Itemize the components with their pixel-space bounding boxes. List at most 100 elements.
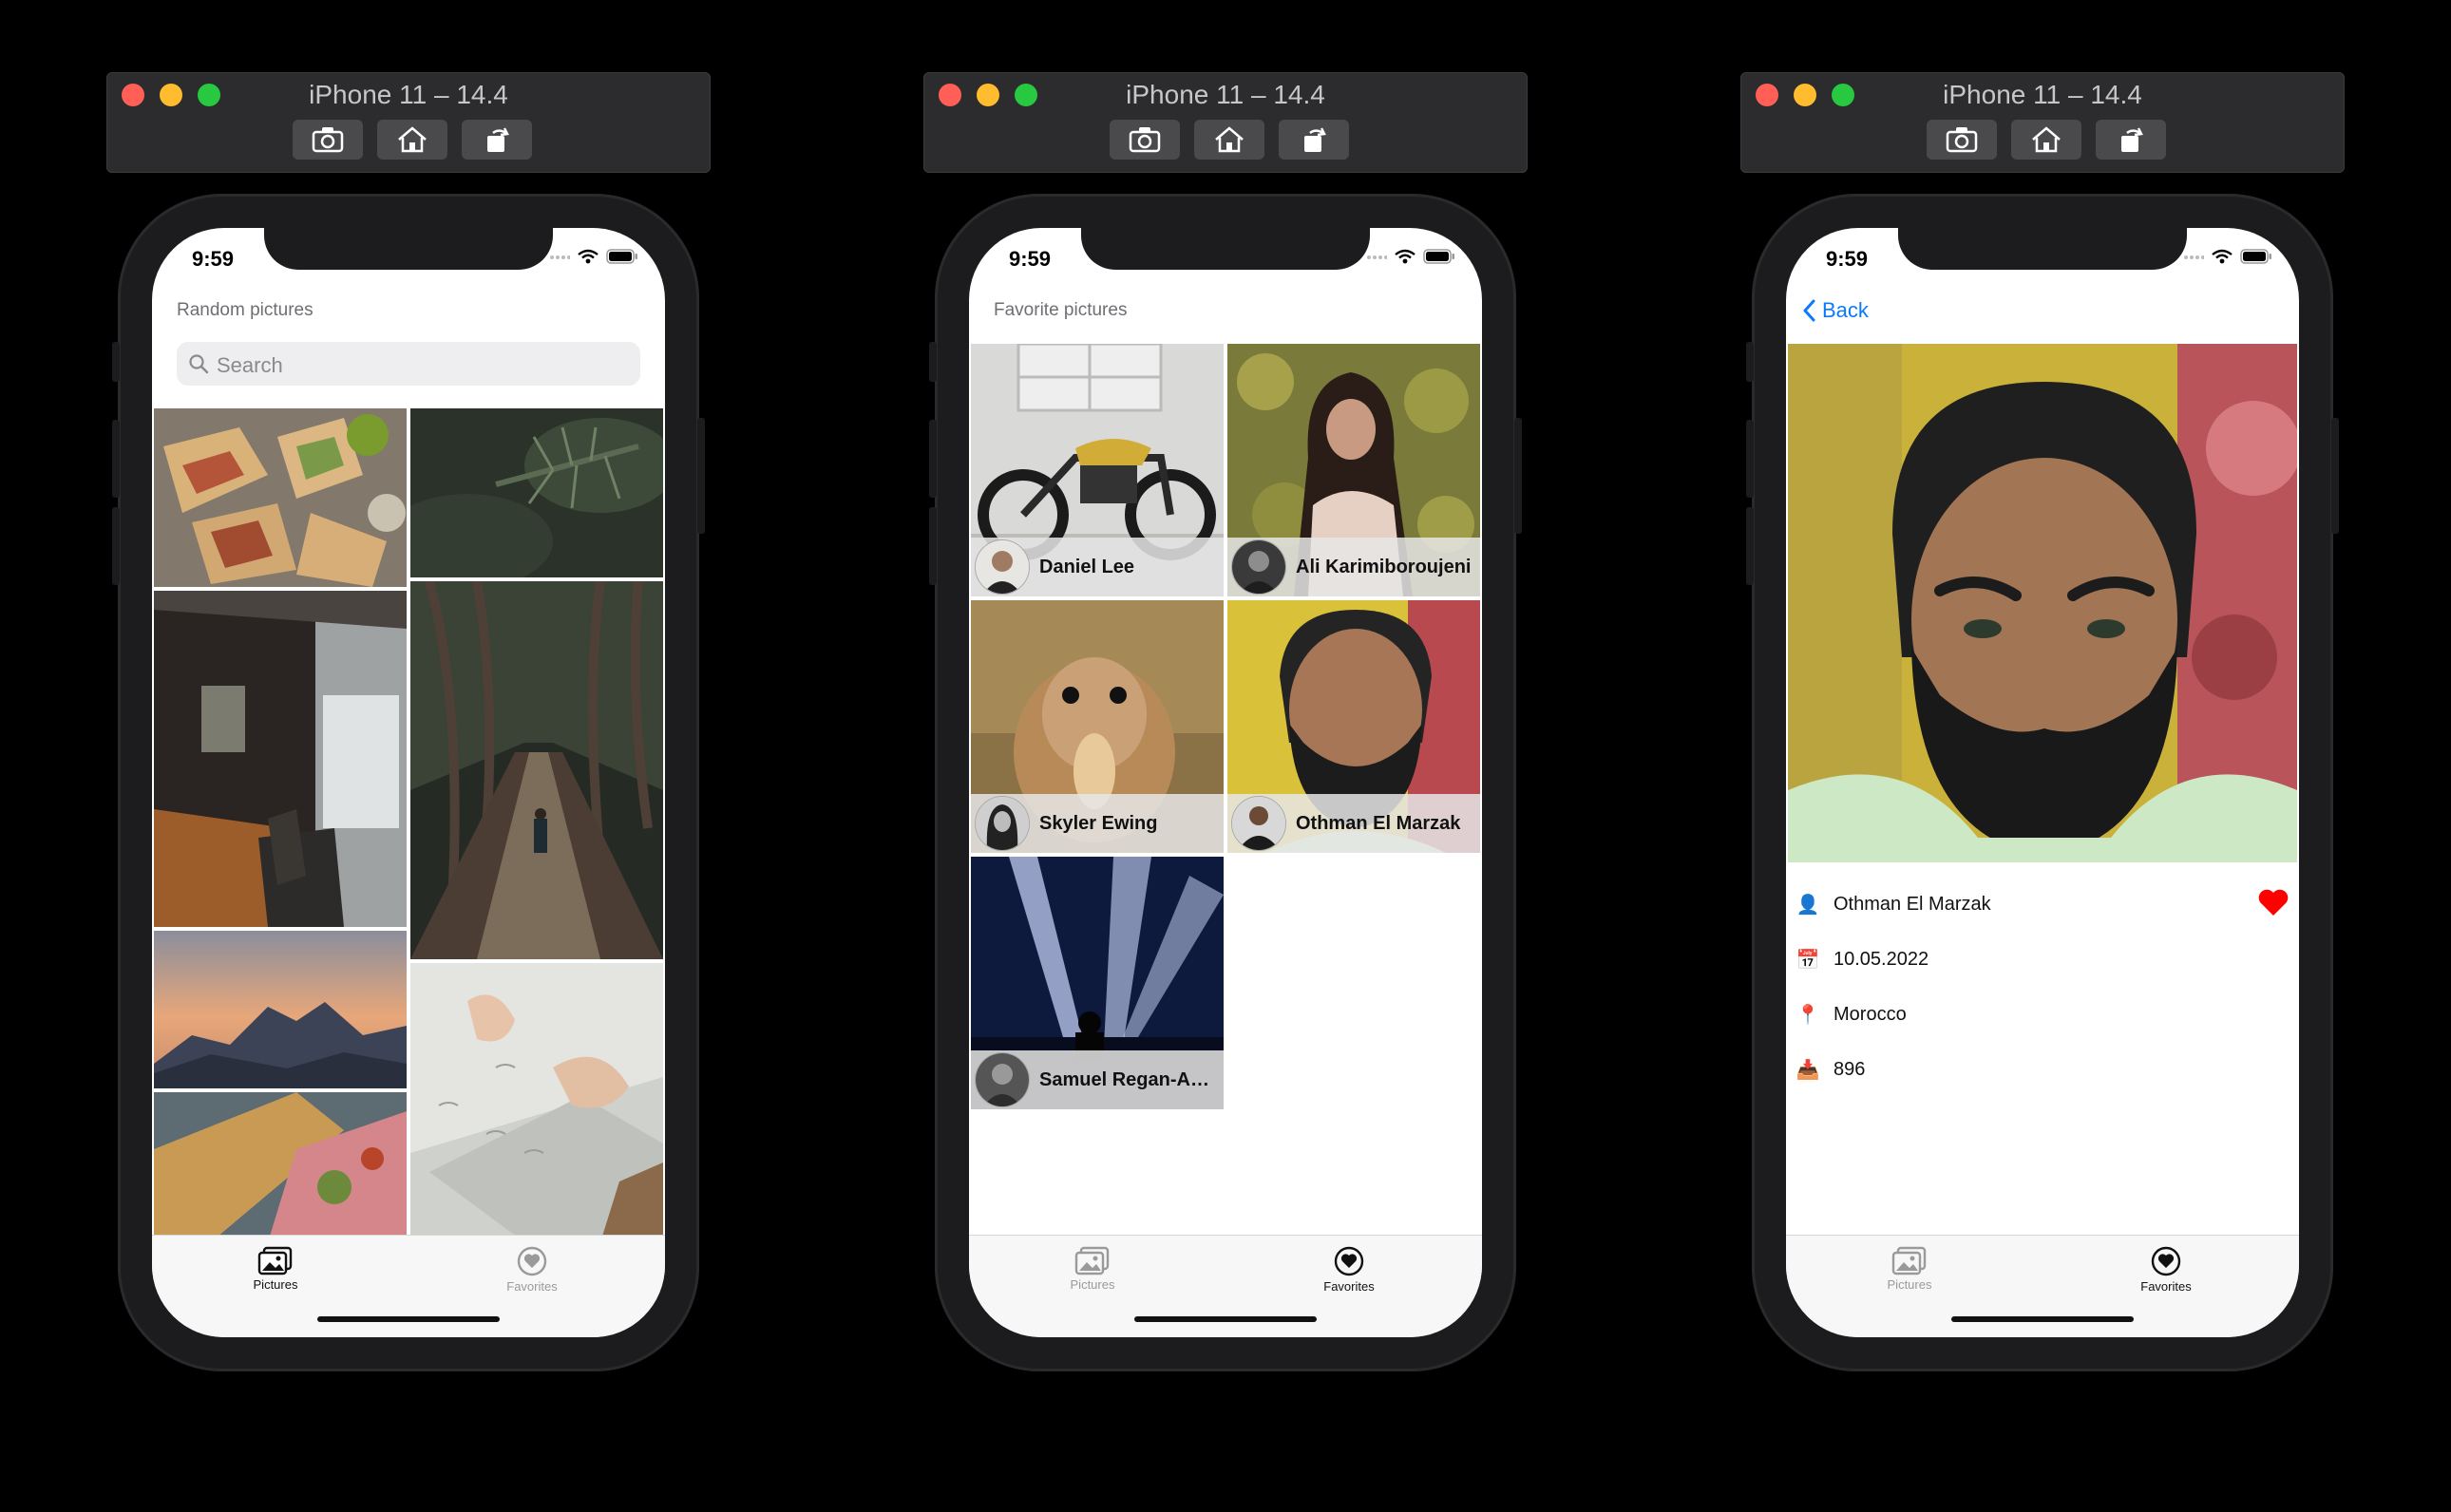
cell-caption: Ali Karimiboroujeni — [1227, 538, 1480, 596]
cellular-signal-icon — [1367, 255, 1387, 259]
heart-icon[interactable] — [2257, 887, 2290, 917]
volume-down-button — [1746, 507, 1754, 585]
tab-pictures[interactable]: Pictures — [1852, 1245, 1966, 1292]
author-name: Skyler Ewing — [1039, 813, 1158, 834]
favorite-cell[interactable]: Samuel Regan-Asa... — [971, 857, 1224, 1109]
avatar-image — [1232, 540, 1285, 594]
favorites-screen: 9:59 Favorite pictures Daniel Lee Ali Ka… — [969, 228, 1482, 1337]
photo-tree-tunnel-road[interactable] — [410, 581, 663, 959]
tab-pictures[interactable]: Pictures — [1036, 1245, 1150, 1292]
simulator-toolbar: iPhone 11 – 14.4 — [1740, 72, 2345, 173]
simulator-title: iPhone 11 – 14.4 — [1943, 80, 2142, 109]
tab-favorites-label: Favorites — [506, 1279, 558, 1294]
tab-favorites[interactable]: Favorites — [1292, 1245, 1406, 1294]
pictures-screen: 9:59 Random pictures Search Pictures Fav… — [152, 228, 665, 1337]
home-indicator[interactable] — [1134, 1316, 1317, 1322]
author-name: Othman El Marzak — [1834, 894, 1991, 915]
location-row: 📍 Morocco — [1796, 1003, 1907, 1027]
home-button[interactable] — [377, 120, 447, 160]
status-icons — [549, 249, 638, 264]
simulator-toolbar: iPhone 11 – 14.4 — [106, 72, 711, 173]
search-input[interactable]: Search — [177, 342, 640, 386]
volume-up-button — [112, 420, 120, 498]
photo-wraps-food[interactable] — [154, 408, 407, 587]
battery-icon — [606, 249, 637, 264]
photo-paper-hands[interactable] — [410, 963, 663, 1242]
photo-image — [410, 581, 663, 959]
avatar — [1231, 796, 1286, 851]
tab-pictures[interactable]: Pictures — [218, 1245, 332, 1292]
location-pin-icon: 📍 — [1796, 1005, 1820, 1026]
detail-screen: 9:59 Back 👤 Othman El Marzak 📅 10.05.202… — [1786, 228, 2299, 1337]
favorite-cell[interactable]: Daniel Lee — [971, 344, 1224, 596]
avatar — [975, 1052, 1030, 1107]
tab-favorites[interactable]: Favorites — [2109, 1245, 2223, 1294]
photo-pine-branch[interactable] — [410, 408, 663, 577]
rotate-icon — [487, 127, 509, 152]
screenshot-button[interactable] — [1927, 120, 1997, 160]
simulator-toolbar: iPhone 11 – 14.4 — [923, 72, 1528, 173]
cell-caption: Skyler Ewing — [971, 794, 1224, 853]
search-placeholder: Search — [217, 353, 283, 377]
photos-icon — [1891, 1246, 1927, 1276]
person-icon: 👤 — [1796, 895, 1820, 916]
home-icon — [2032, 126, 2061, 153]
simulator-window-favorites: iPhone 11 – 14.4 9:59 Favorite pictures — [817, 0, 1634, 1512]
rotate-button[interactable] — [1279, 120, 1349, 160]
author-name: Ali Karimiboroujeni — [1296, 557, 1472, 577]
photo-image — [154, 1092, 407, 1242]
date-row: 📅 10.05.2022 — [1796, 948, 1929, 972]
tab-favorites-label: Favorites — [2140, 1279, 2192, 1294]
phone-frame: 9:59 Back 👤 Othman El Marzak 📅 10.05.202… — [1746, 194, 2339, 1371]
home-indicator[interactable] — [317, 1316, 500, 1322]
favorite-cell[interactable]: Othman El Marzak — [1227, 600, 1480, 853]
mute-switch — [112, 342, 120, 382]
home-button[interactable] — [1194, 120, 1264, 160]
photo-image — [154, 408, 407, 587]
wifi-icon — [1395, 249, 1416, 264]
cellular-signal-icon — [2184, 255, 2204, 259]
tab-pictures-label: Pictures — [1070, 1277, 1115, 1292]
heart-circle-icon — [517, 1246, 547, 1276]
cellular-signal-icon — [550, 255, 570, 259]
favorite-cell[interactable]: Skyler Ewing — [971, 600, 1224, 853]
location-value: Morocco — [1834, 1004, 1907, 1025]
mute-switch — [1746, 342, 1754, 382]
avatar — [1231, 539, 1286, 595]
photo-cutting-board[interactable] — [154, 1092, 407, 1242]
notch — [1898, 228, 2187, 270]
downloads-row: 📥 896 — [1796, 1058, 1866, 1082]
avatar-image — [976, 1053, 1029, 1106]
photos-icon — [1074, 1246, 1110, 1276]
screenshot-button[interactable] — [1110, 120, 1180, 160]
favorite-cell[interactable]: Ali Karimiboroujeni — [1227, 344, 1480, 596]
screenshot-button[interactable] — [293, 120, 363, 160]
tab-favorites[interactable]: Favorites — [475, 1245, 589, 1294]
simulator-window-pictures: iPhone 11 – 14.4 9:59 Random pictures Se… — [0, 0, 817, 1512]
rotate-icon — [1304, 127, 1326, 152]
author-name: Daniel Lee — [1039, 557, 1135, 577]
phone-frame: 9:59 Random pictures Search Pictures Fav… — [112, 194, 705, 1371]
detail-photo — [1788, 344, 2297, 862]
downloads-value: 896 — [1834, 1059, 1866, 1080]
cell-caption: Daniel Lee — [971, 538, 1224, 596]
photos-icon — [257, 1246, 293, 1276]
page-title: Random pictures — [177, 300, 314, 320]
battery-icon — [2240, 249, 2271, 264]
rotate-button[interactable] — [462, 120, 532, 160]
avatar-image — [976, 540, 1029, 594]
photo-dark-interior[interactable] — [154, 591, 407, 927]
home-button[interactable] — [2011, 120, 2081, 160]
download-icon: 📥 — [1796, 1060, 1820, 1081]
mute-switch — [929, 342, 937, 382]
photo-bearded-man-large — [1788, 344, 2297, 862]
avatar — [975, 539, 1030, 595]
back-button[interactable]: Back — [1801, 298, 1869, 323]
home-icon — [398, 126, 427, 153]
home-indicator[interactable] — [1951, 1316, 2134, 1322]
photo-image — [410, 963, 663, 1242]
rotate-button[interactable] — [2096, 120, 2166, 160]
power-button — [697, 418, 705, 534]
calendar-icon: 📅 — [1796, 950, 1820, 971]
photo-mountain-sunset[interactable] — [154, 931, 407, 1088]
